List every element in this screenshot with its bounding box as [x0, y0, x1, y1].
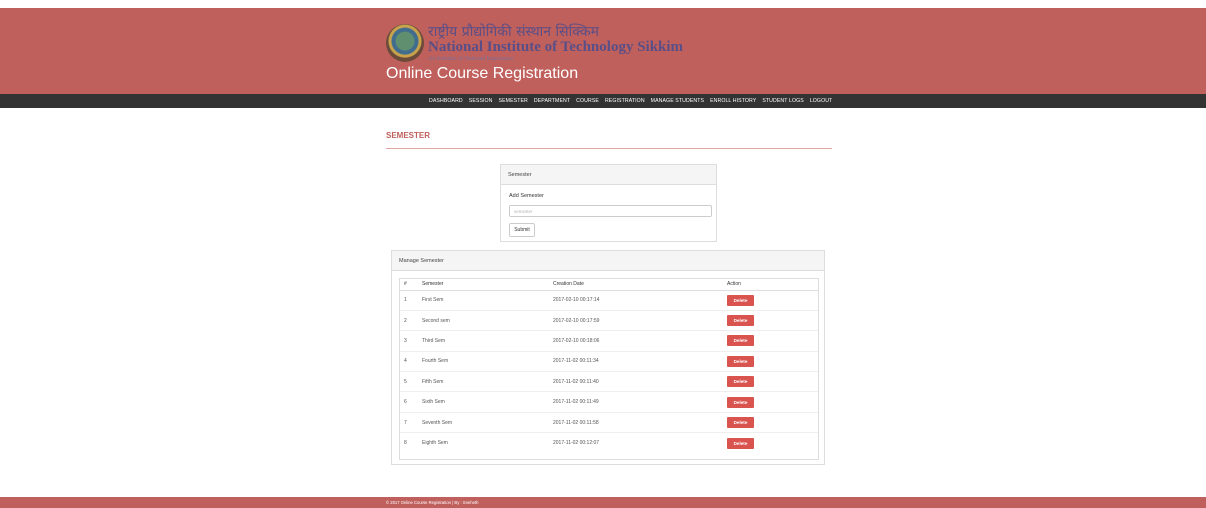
table-header-row: # Semester Creation Date Action — [400, 279, 818, 291]
row-semester: First Sem — [418, 289, 549, 311]
semester-input[interactable] — [509, 205, 712, 217]
row-creation-date: 2017-11-02 00:11:40 — [549, 371, 723, 392]
delete-button[interactable]: Delete — [727, 355, 754, 367]
row-number: 8 — [400, 432, 418, 454]
delete-button[interactable]: Delete — [727, 396, 754, 408]
submit-button[interactable]: Submit — [509, 223, 535, 237]
nav-dashboard[interactable]: DASHBOARD — [429, 98, 463, 104]
manage-semester-panel: Manage Semester # Semester Creation Date… — [391, 250, 825, 465]
column-header-number: # — [400, 279, 418, 291]
row-semester: Eighth Sem — [418, 432, 549, 454]
site-header: राष्ट्रीय प्रौद्योगिकी संस्थान सिक्किम N… — [0, 8, 1206, 94]
table-row: 4 Fourth Sem 2017-11-02 00:11:34 Delete — [400, 350, 818, 372]
row-action: Delete — [723, 391, 818, 413]
row-number: 4 — [400, 350, 418, 372]
row-action: Delete — [723, 371, 818, 392]
table-row: 7 Seventh Sem 2017-11-02 00:11:58 Delete — [400, 411, 818, 433]
page-title-divider — [386, 148, 832, 149]
table-row: 1 First Sem 2017-02-10 00:17:14 Delete — [400, 289, 818, 311]
table-row: 3 Third Sem 2017-02-10 00:18:06 Delete — [400, 330, 818, 352]
institute-subtitle: An Institute of National Importance — [428, 56, 514, 62]
nav-registration[interactable]: REGISTRATION — [605, 98, 645, 104]
row-action: Delete — [723, 411, 818, 433]
row-creation-date: 2017-02-10 00:18:06 — [549, 330, 723, 352]
footer-copyright: © 2017 Online Course Registration | By :… — [386, 500, 479, 505]
row-creation-date: 2017-11-02 00:12:07 — [549, 432, 723, 454]
semester-table: # Semester Creation Date Action 1 First … — [400, 279, 818, 454]
nav-manage-students[interactable]: MANAGE STUDENTS — [651, 98, 704, 104]
column-header-semester: Semester — [418, 279, 549, 291]
delete-button[interactable]: Delete — [727, 437, 754, 449]
table-row: 5 Fifth Sem 2017-11-02 00:11:40 Delete — [400, 371, 818, 392]
page-title: SEMESTER — [386, 131, 431, 140]
row-number: 3 — [400, 330, 418, 352]
row-semester: Third Sem — [418, 330, 549, 352]
row-creation-date: 2017-11-02 00:11:58 — [549, 411, 723, 433]
site-footer: © 2017 Online Course Registration | By :… — [0, 497, 1206, 508]
row-number: 7 — [400, 411, 418, 433]
column-header-action: Action — [723, 279, 818, 291]
add-semester-label: Add Semester — [509, 193, 544, 199]
row-creation-date: 2017-02-10 00:17:14 — [549, 289, 723, 311]
delete-button[interactable]: Delete — [727, 376, 754, 388]
row-semester: Fifth Sem — [418, 371, 549, 392]
row-number: 5 — [400, 371, 418, 392]
row-number: 6 — [400, 391, 418, 413]
nav-course[interactable]: COURSE — [576, 98, 599, 104]
table-row: 6 Sixth Sem 2017-11-02 00:11:49 Delete — [400, 391, 818, 413]
row-semester: Seventh Sem — [418, 411, 549, 433]
institute-name: National Institute of Technology Sikkim — [428, 39, 684, 55]
nav-semester[interactable]: SEMESTER — [499, 98, 528, 104]
main-nav: DASHBOARD SESSION SEMESTER DEPARTMENT CO… — [0, 94, 1206, 108]
nav-enroll-history[interactable]: ENROLL HISTORY — [710, 98, 756, 104]
row-action: Delete — [723, 309, 818, 331]
row-number: 2 — [400, 309, 418, 331]
column-header-creation-date: Creation Date — [549, 279, 723, 291]
delete-button[interactable]: Delete — [727, 294, 754, 306]
row-creation-date: 2017-02-10 00:17:59 — [549, 309, 723, 331]
delete-button[interactable]: Delete — [727, 315, 754, 327]
table-row: 8 Eighth Sem 2017-11-02 00:12:07 Delete — [400, 432, 818, 454]
nav-student-logs[interactable]: STUDENT LOGS — [762, 98, 803, 104]
row-semester: Fourth Sem — [418, 350, 549, 372]
institute-logo-icon — [386, 24, 424, 62]
row-action: Delete — [723, 350, 818, 372]
row-number: 1 — [400, 289, 418, 311]
nav-logout[interactable]: LOGOUT — [810, 98, 833, 104]
nav-session[interactable]: SESSION — [469, 98, 493, 104]
semester-table-wrapper: # Semester Creation Date Action 1 First … — [399, 278, 819, 460]
row-action: Delete — [723, 330, 818, 352]
delete-button[interactable]: Delete — [727, 335, 754, 347]
add-panel-heading: Semester — [501, 165, 716, 185]
add-semester-panel: Semester Add Semester Submit — [500, 164, 717, 242]
row-semester: Second sem — [418, 309, 549, 331]
row-action: Delete — [723, 432, 818, 454]
app-title: Online Course Registration — [386, 65, 579, 82]
row-action: Delete — [723, 289, 818, 311]
manage-panel-heading: Manage Semester — [392, 251, 824, 271]
table-row: 2 Second sem 2017-02-10 00:17:59 Delete — [400, 309, 818, 331]
delete-button[interactable]: Delete — [727, 417, 754, 429]
row-creation-date: 2017-11-02 00:11:34 — [549, 350, 723, 372]
nav-department[interactable]: DEPARTMENT — [534, 98, 570, 104]
row-semester: Sixth Sem — [418, 391, 549, 413]
row-creation-date: 2017-11-02 00:11:49 — [549, 391, 723, 413]
